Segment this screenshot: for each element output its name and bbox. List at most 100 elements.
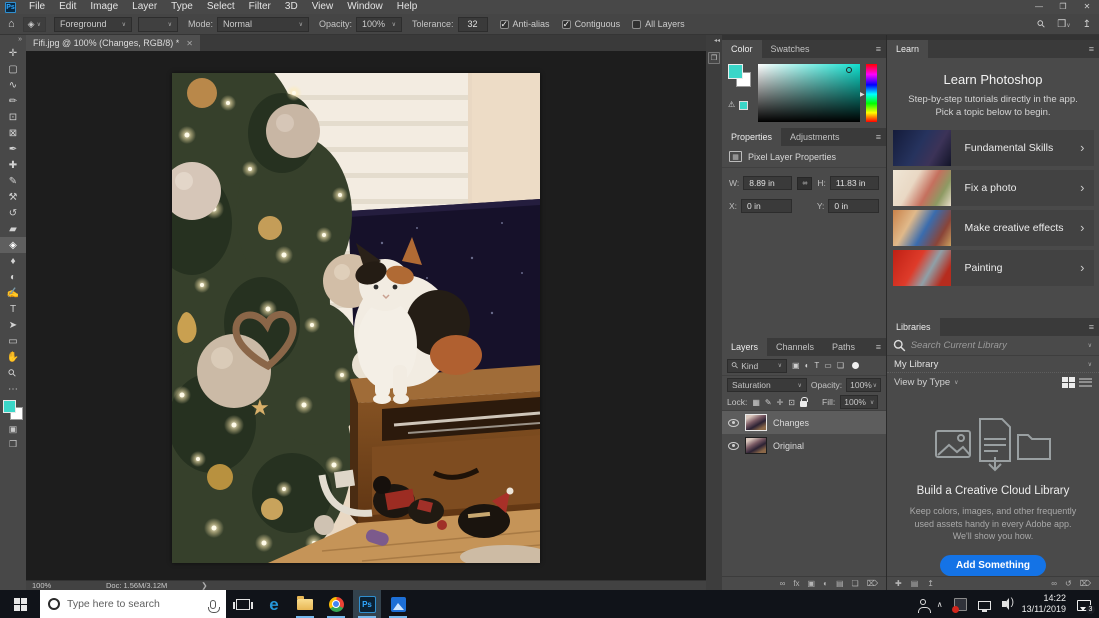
marquee-tool[interactable]: ▢ [0, 61, 26, 77]
learn-card-fundamental-skills[interactable]: Fundamental Skills › [893, 130, 1094, 166]
tab-layers[interactable]: Layers [722, 338, 767, 356]
menu-type[interactable]: Type [164, 0, 200, 14]
toolbar-collapse-icon[interactable]: » [18, 35, 22, 45]
photos-taskbar-button[interactable] [384, 590, 412, 618]
network-icon[interactable] [978, 601, 991, 610]
color-swatches[interactable] [2, 400, 24, 422]
new-group-icon[interactable]: ▤ [836, 579, 844, 588]
close-document-icon[interactable]: ✕ [186, 39, 193, 48]
clone-stamp-tool[interactable]: ⚒ [0, 189, 26, 205]
menu-view[interactable]: View [305, 0, 341, 14]
learn-card-painting[interactable]: Painting › [893, 250, 1094, 286]
menu-filter[interactable]: Filter [242, 0, 278, 14]
visibility-eye-icon[interactable] [728, 442, 739, 450]
zoom-tool[interactable]: ⚲ [0, 365, 26, 381]
history-panel-icon[interactable]: ❒ [708, 52, 720, 64]
add-layer-mask-icon[interactable]: ▣ [808, 579, 816, 588]
menu-file[interactable]: File [22, 0, 52, 14]
layer-thumbnail[interactable] [745, 414, 767, 431]
task-view-button[interactable] [229, 590, 257, 618]
new-adjustment-layer-icon[interactable]: ◐ [823, 579, 828, 588]
screen-mode-button[interactable]: ❒ [0, 437, 26, 452]
workspace-icon[interactable]: ❒∨ [1057, 19, 1070, 30]
x-field[interactable]: 0 in [741, 199, 792, 213]
tab-color[interactable]: Color [722, 40, 762, 58]
fill-dropdown[interactable]: 100% ∨ [840, 395, 878, 409]
layer-row-changes[interactable]: Changes [722, 411, 886, 434]
history-brush-tool[interactable]: ↺ [0, 205, 26, 221]
taskbar-search-input[interactable] [67, 598, 203, 610]
menu-select[interactable]: Select [200, 0, 242, 14]
move-tool[interactable]: ✛ [0, 45, 26, 61]
filter-toggle-icon[interactable] [852, 362, 859, 369]
color-gradient-field[interactable] [758, 64, 860, 122]
minimize-icon[interactable]: — [1027, 0, 1051, 14]
fill-source-dropdown[interactable]: Foreground∨ [54, 17, 132, 32]
layer-style-fx-icon[interactable]: fx [793, 579, 799, 588]
tolerance-input[interactable] [458, 17, 488, 32]
hand-tool[interactable]: ✋ [0, 349, 26, 365]
filter-adjustment-layers-icon[interactable]: ◐ [805, 361, 810, 370]
tool-preset-icon[interactable]: ◈∨ [23, 17, 46, 32]
taskbar-search[interactable] [40, 590, 226, 618]
home-icon[interactable]: ⌂ [8, 18, 15, 30]
status-menu-arrow-icon[interactable]: ❯ [201, 581, 207, 590]
gamut-closest-swatch[interactable] [739, 101, 748, 110]
width-field[interactable]: 8.89 in [743, 176, 792, 190]
libraries-delete-icon[interactable]: ⌦ [1080, 579, 1091, 588]
close-icon[interactable]: ✕ [1075, 0, 1099, 14]
sync-upload-icon[interactable]: ↥ [927, 579, 934, 588]
tab-adjustments[interactable]: Adjustments [781, 128, 849, 146]
visibility-eye-icon[interactable] [728, 419, 739, 427]
all-layers-checkbox[interactable]: All Layers [632, 19, 685, 29]
paint-bucket-tool[interactable]: ◈ [0, 237, 26, 253]
menu-image[interactable]: Image [83, 0, 125, 14]
panel-menu-icon[interactable]: ≡ [876, 132, 881, 142]
edge-taskbar-button[interactable]: e [260, 590, 288, 618]
shape-tool[interactable]: ▭ [0, 333, 26, 349]
layers-opacity-dropdown[interactable]: 100% ∨ [846, 378, 881, 392]
libraries-sync-icon[interactable]: ↺ [1065, 579, 1072, 588]
foreground-color-swatch[interactable] [728, 64, 743, 79]
menu-window[interactable]: Window [340, 0, 390, 14]
mode-dropdown[interactable]: Normal∨ [217, 17, 309, 32]
tab-learn[interactable]: Learn [887, 40, 928, 58]
menu-layer[interactable]: Layer [125, 0, 164, 14]
photo-fifi[interactable]: ★ [172, 73, 540, 563]
learn-card-make-creative-effects[interactable]: Make creative effects › [893, 210, 1094, 246]
start-button[interactable] [0, 590, 40, 618]
lock-position-icon[interactable]: ✛ [777, 398, 784, 407]
microphone-icon[interactable] [210, 600, 216, 609]
menu-3d[interactable]: 3D [278, 0, 305, 14]
libraries-link-icon[interactable]: ∞ [1051, 579, 1057, 588]
pattern-picker[interactable]: ∨ [138, 17, 178, 32]
volume-icon[interactable] [1002, 601, 1006, 607]
taskbar-clock[interactable]: 14:22 13/11/2019 [1022, 593, 1066, 616]
eraser-tool[interactable]: ▰ [0, 221, 26, 237]
restore-icon[interactable]: ❐ [1051, 0, 1075, 14]
panel-menu-icon[interactable]: ≡ [1089, 44, 1094, 54]
tab-properties[interactable]: Properties [722, 128, 781, 146]
brush-tool[interactable]: ✎ [0, 173, 26, 189]
tab-paths[interactable]: Paths [823, 338, 864, 356]
height-field[interactable]: 11.83 in [830, 176, 879, 190]
add-element-icon[interactable]: ✚ [895, 579, 902, 588]
action-center-icon[interactable]: 3 [1077, 600, 1091, 611]
filter-shape-layers-icon[interactable]: ▭ [824, 361, 832, 370]
layer-thumbnail[interactable] [745, 437, 767, 454]
tab-channels[interactable]: Channels [767, 338, 823, 356]
expand-panels-icon[interactable]: ◂◂ [706, 35, 722, 44]
layer-filter-dropdown[interactable]: ⚲ Kind ∨ [727, 359, 787, 373]
quick-mask-button[interactable]: ▣ [0, 422, 26, 437]
menu-edit[interactable]: Edit [52, 0, 83, 14]
menu-help[interactable]: Help [390, 0, 425, 14]
library-search[interactable]: ⚲ ∨ [887, 336, 1099, 356]
lock-transparency-icon[interactable]: ▦ [752, 398, 760, 407]
healing-brush-tool[interactable]: ✚ [0, 157, 26, 173]
frame-tool[interactable]: ⊠ [0, 125, 26, 141]
photoshop-taskbar-button[interactable]: Ps [353, 590, 381, 618]
panel-menu-icon[interactable]: ≡ [876, 342, 881, 352]
anti-alias-checkbox[interactable]: Anti-alias [500, 19, 550, 29]
lasso-tool[interactable]: ∿ [0, 77, 26, 93]
add-something-button[interactable]: Add Something [940, 555, 1046, 576]
